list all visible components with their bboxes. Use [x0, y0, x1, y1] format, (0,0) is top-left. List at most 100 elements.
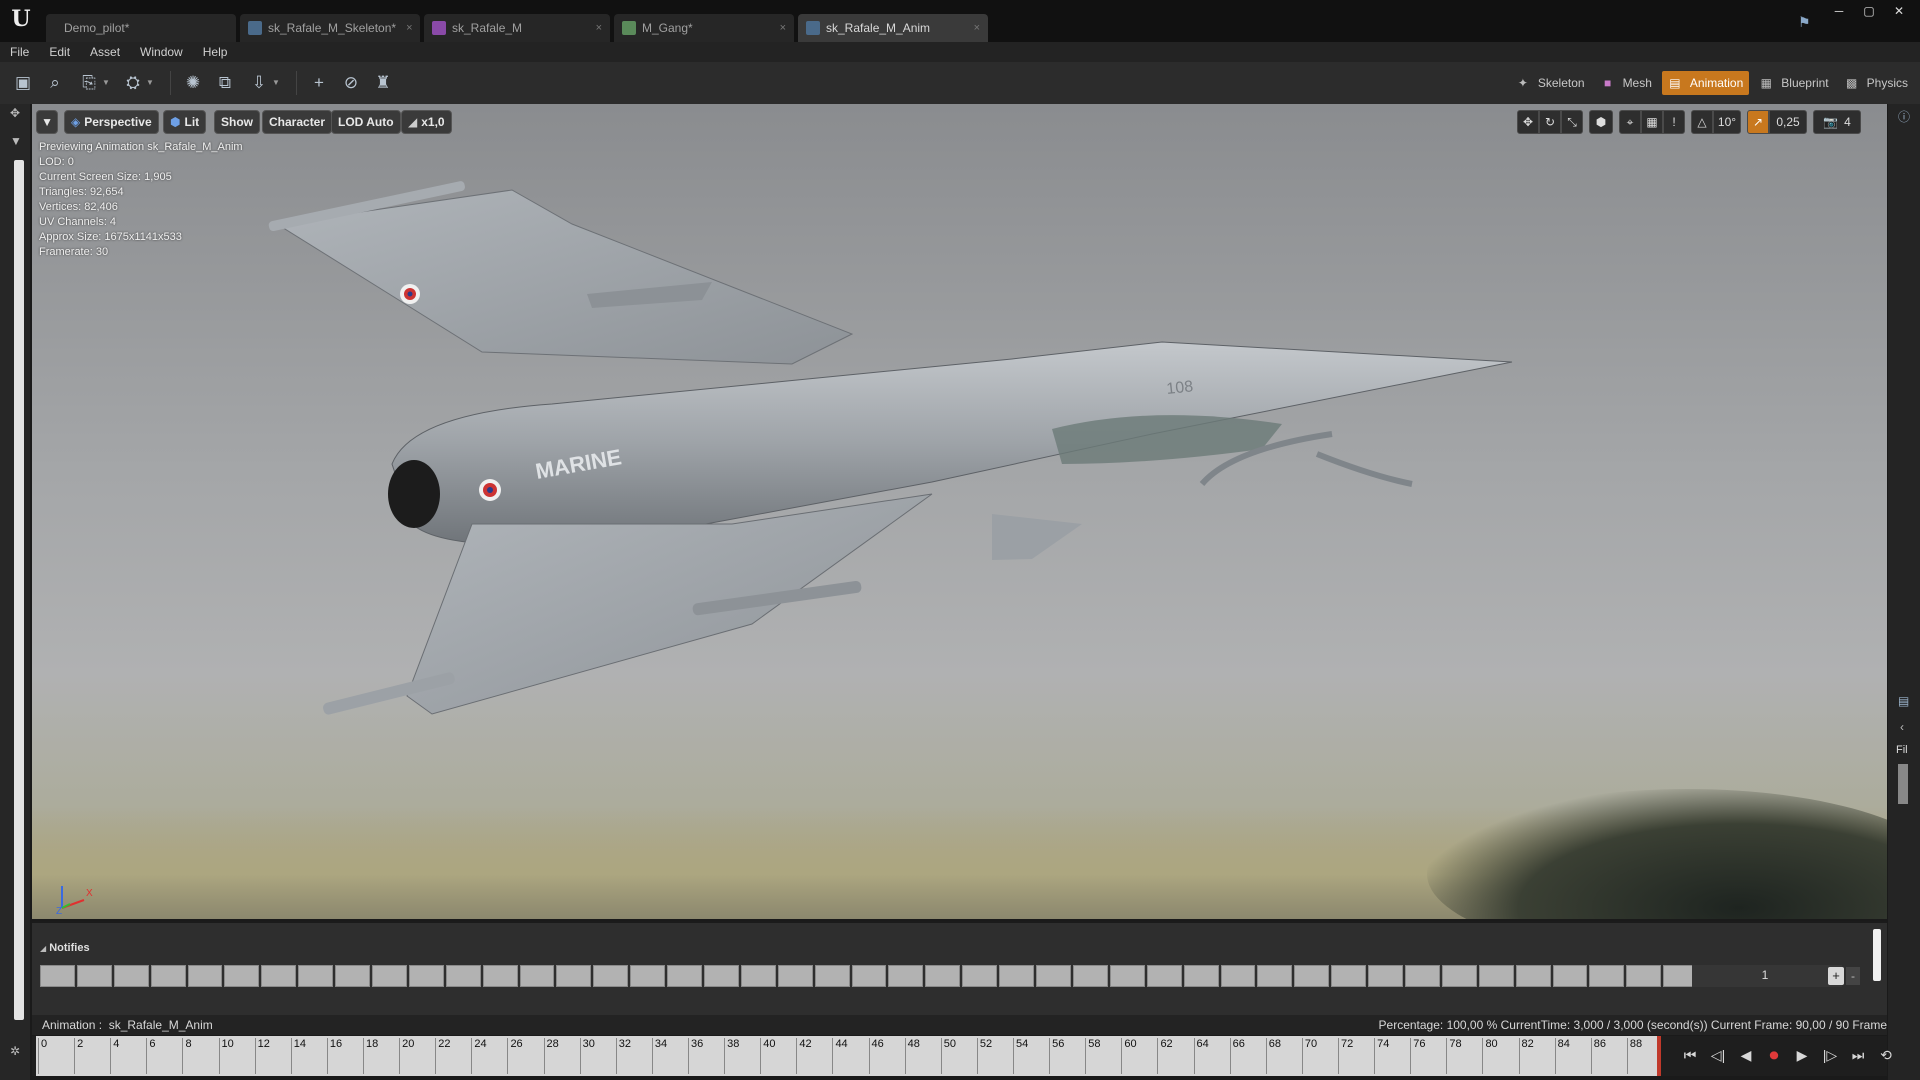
lod-button[interactable]: LOD Auto — [331, 110, 401, 134]
notify-frame-cell[interactable] — [482, 965, 518, 987]
close-icon[interactable]: × — [770, 22, 786, 34]
reimport-icon[interactable]: ⎘ — [76, 70, 102, 96]
scale-snap-value[interactable]: 0,25 — [1769, 110, 1807, 134]
info-icon[interactable]: ⓘ — [1898, 108, 1910, 125]
notify-frame-cell[interactable] — [667, 965, 703, 987]
make-static-mesh-icon[interactable]: ⇩ — [246, 70, 272, 96]
save-icon[interactable]: ▣ — [10, 70, 36, 96]
preview-mesh-icon[interactable]: ✺ — [180, 70, 206, 96]
notify-frame-cell[interactable] — [1478, 965, 1514, 987]
camera-speed-button[interactable]: 📷 4 — [1813, 110, 1861, 134]
notify-frame-cell[interactable] — [1109, 965, 1145, 987]
menu-asset[interactable]: Asset — [80, 42, 130, 62]
character-button[interactable]: Character — [262, 110, 333, 134]
notify-frame-cell[interactable] — [1331, 965, 1367, 987]
rotation-snap-icon[interactable]: △ — [1691, 110, 1713, 134]
notify-frame-cell[interactable] — [40, 965, 75, 987]
play-icon[interactable]: ▶ — [1792, 1044, 1812, 1066]
timeline-ruler[interactable]: 0 2 4 6 8 10 12 14 16 18 20 22 24 26 28 30 32 34 36 38 40 42 4… — [36, 1036, 1661, 1076]
mode-blueprint[interactable]: ▦ Blueprint — [1753, 71, 1834, 95]
scrollbar[interactable] — [1873, 929, 1881, 981]
add-icon[interactable]: + — [306, 70, 332, 96]
close-icon[interactable]: × — [396, 22, 412, 34]
notify-frame-cell[interactable] — [556, 965, 592, 987]
record-icon[interactable]: ⏺ — [1764, 1044, 1784, 1066]
world-local-icon[interactable]: ⬢ — [1589, 110, 1613, 134]
scrollbar[interactable] — [1898, 764, 1908, 804]
notify-frame-cell[interactable] — [630, 965, 666, 987]
grid-snap-icon[interactable]: ▦ — [1641, 110, 1663, 134]
filter-icon[interactable]: ▼ — [10, 134, 22, 148]
notify-frame-cell[interactable] — [187, 965, 223, 987]
tab-demo-pilot[interactable]: Demo_pilot* — [46, 14, 236, 42]
notify-frame-cell[interactable] — [1183, 965, 1219, 987]
notify-frame-cell[interactable] — [1257, 965, 1293, 987]
notify-frame-cell[interactable] — [593, 965, 629, 987]
minimize-icon[interactable]: ─ — [1826, 2, 1852, 20]
playhead[interactable] — [1657, 1036, 1661, 1076]
mode-skeleton[interactable]: ✦ Skeleton — [1510, 71, 1591, 95]
rafale-aircraft-mesh[interactable]: MARINE 108 — [32, 104, 1887, 919]
animation-viewport[interactable]: MARINE 108 ▼ ◈ Perspective ⬢ Lit Show Ch… — [32, 104, 1887, 919]
tab-material[interactable]: M_Gang* × — [614, 14, 794, 42]
perspective-button[interactable]: ◈ Perspective — [64, 110, 159, 134]
notify-frame-cell[interactable] — [1589, 965, 1625, 987]
notify-frame-cell[interactable] — [851, 965, 887, 987]
notify-frame-cell[interactable] — [76, 965, 112, 987]
notify-frame-cell[interactable] — [1552, 965, 1588, 987]
notify-frame-cell[interactable] — [962, 965, 998, 987]
menu-window[interactable]: Window — [130, 42, 193, 62]
close-icon[interactable]: × — [586, 22, 602, 34]
clear-icon[interactable]: ⊘ — [338, 70, 364, 96]
surface-snap-icon[interactable]: ⌖ — [1619, 110, 1641, 134]
menu-edit[interactable]: Edit — [39, 42, 80, 62]
export-icon[interactable]: ⧉ — [212, 70, 238, 96]
step-back-icon[interactable]: ◁| — [1708, 1044, 1728, 1066]
notify-frame-cell[interactable] — [1146, 965, 1182, 987]
notify-frame-cell[interactable] — [261, 965, 297, 987]
menu-file[interactable]: File — [0, 42, 39, 62]
mode-mesh[interactable]: ■ Mesh — [1595, 71, 1658, 95]
browse-icon[interactable]: ⌕ — [42, 70, 68, 96]
chevron-down-icon[interactable]: ▼ — [272, 78, 280, 87]
tab-animation[interactable]: sk_Rafale_M_Anim × — [798, 14, 988, 42]
scale-snap-icon[interactable]: ↗ — [1747, 110, 1769, 134]
notify-frame-cell[interactable] — [150, 965, 186, 987]
loop-icon[interactable]: ⟲ — [1876, 1044, 1896, 1066]
playback-speed-button[interactable]: ◢ x1,0 — [401, 110, 452, 134]
scale-tool-icon[interactable]: ⤡ — [1561, 110, 1583, 134]
notify-frame-cell[interactable] — [1515, 965, 1551, 987]
close-icon[interactable]: × — [964, 22, 980, 34]
add-track-button[interactable]: + — [1828, 967, 1844, 985]
rotation-snap-value[interactable]: 10° — [1713, 110, 1741, 134]
notify-frame-cell[interactable] — [777, 965, 813, 987]
settings-icon[interactable]: ✲ — [10, 1044, 20, 1058]
notify-frame-cell[interactable] — [888, 965, 924, 987]
unreal-logo-icon[interactable]: U — [6, 4, 36, 34]
collapse-arrow-icon[interactable]: ‹ — [1900, 720, 1904, 734]
rotate-tool-icon[interactable]: ↻ — [1539, 110, 1561, 134]
notify-frame-cell[interactable] — [1036, 965, 1071, 987]
menu-help[interactable]: Help — [193, 42, 238, 62]
mode-animation[interactable]: ▤ Animation — [1661, 71, 1750, 95]
notify-frame-cell[interactable] — [445, 965, 481, 987]
notify-frame-cell[interactable] — [113, 965, 149, 987]
gear-icon[interactable]: ✥ — [10, 106, 20, 120]
notify-frame-cell[interactable] — [740, 965, 776, 987]
notifies-header[interactable]: ◢ Notifies — [40, 942, 90, 954]
notify-frame-cell[interactable] — [298, 965, 334, 987]
notify-track[interactable] — [40, 965, 1700, 987]
chevron-down-icon[interactable]: ▼ — [146, 78, 154, 87]
notify-frame-cell[interactable] — [999, 965, 1035, 987]
mode-physics[interactable]: ▩ Physics — [1839, 71, 1914, 95]
skip-to-end-icon[interactable]: ⏭ — [1848, 1044, 1868, 1066]
notify-frame-cell[interactable] — [1626, 965, 1662, 987]
notify-frame-cell[interactable] — [1404, 965, 1440, 987]
notify-frame-cell[interactable] — [1072, 965, 1108, 987]
notify-frame-cell[interactable] — [408, 965, 444, 987]
notify-frame-cell[interactable] — [372, 965, 407, 987]
notify-frame-cell[interactable] — [1220, 965, 1256, 987]
pose-icon[interactable]: ♜ — [370, 70, 396, 96]
notify-frame-cell[interactable] — [1294, 965, 1330, 987]
maximize-icon[interactable]: ▢ — [1856, 2, 1882, 20]
